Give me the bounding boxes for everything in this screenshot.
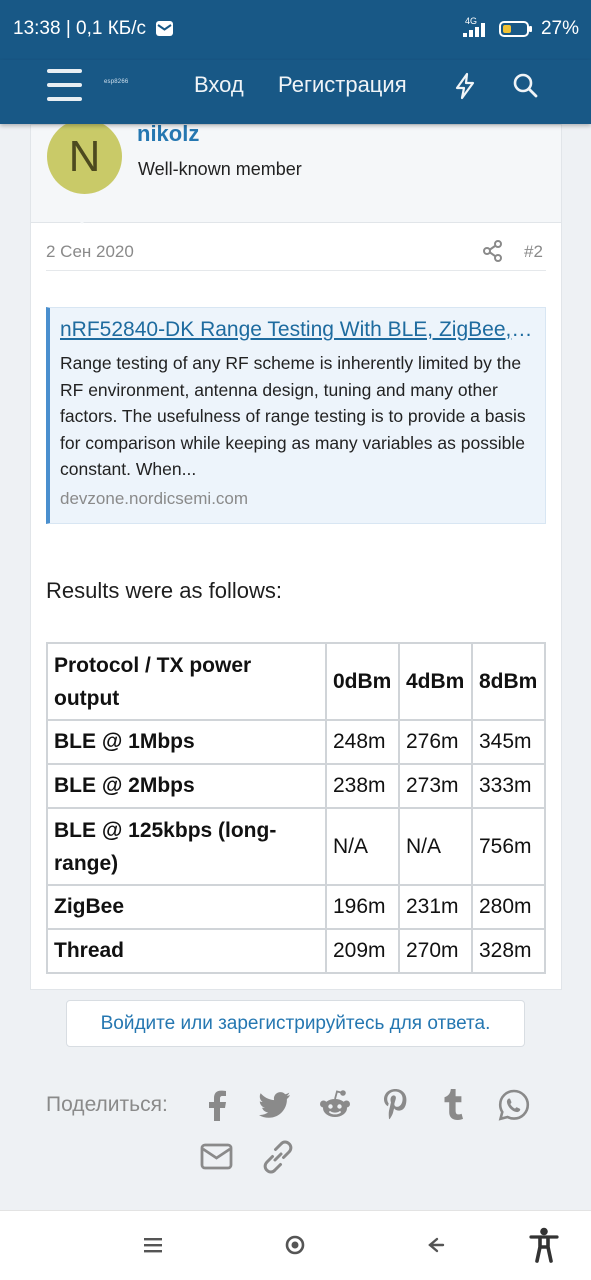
battery-icon bbox=[498, 21, 532, 37]
site-logo[interactable]: esp8266 bbox=[104, 79, 128, 85]
table-cell: 333m bbox=[471, 763, 546, 809]
table-cell: 231m bbox=[398, 884, 473, 930]
link-icon[interactable] bbox=[261, 1140, 295, 1174]
username-link[interactable]: nikolz bbox=[137, 121, 199, 147]
facebook-icon[interactable] bbox=[206, 1090, 228, 1122]
back-icon[interactable] bbox=[425, 1233, 447, 1257]
table-row: BLE @ 2Mbps 238m 273m 333m bbox=[46, 763, 546, 809]
status-right: 4G 27% bbox=[462, 16, 579, 40]
recent-apps-icon[interactable] bbox=[143, 1233, 163, 1257]
results-table: Protocol / TX power output 0dBm 4dBm 8dB… bbox=[46, 642, 546, 974]
reddit-icon[interactable] bbox=[319, 1089, 351, 1121]
share-label: Поделиться: bbox=[46, 1093, 168, 1116]
twitter-icon[interactable] bbox=[259, 1091, 291, 1119]
link-preview-domain: devzone.nordicsemi.com bbox=[60, 489, 249, 508]
network-type: 4G bbox=[464, 16, 477, 26]
register-link[interactable]: Регистрация bbox=[278, 72, 407, 98]
lightning-icon[interactable] bbox=[453, 72, 477, 100]
table-cell: 196m bbox=[325, 884, 400, 930]
table-header-cell: 4dBm bbox=[398, 642, 473, 721]
link-preview-description: Range testing of any RF scheme is inhere… bbox=[60, 353, 526, 479]
table-header-row: Protocol / TX power output 0dBm 4dBm 8dB… bbox=[46, 642, 546, 721]
table-cell: BLE @ 2Mbps bbox=[46, 763, 327, 809]
forum-navbar: esp8266 Вход Регистрация bbox=[0, 60, 591, 124]
table-cell: N/A bbox=[325, 807, 400, 886]
table-cell: 756m bbox=[471, 807, 546, 886]
menu-icon[interactable] bbox=[47, 69, 83, 103]
link-preview[interactable]: nRF52840-DK Range Testing With BLE, ZigB… bbox=[46, 307, 546, 524]
login-link[interactable]: Вход bbox=[194, 72, 244, 98]
results-intro: Results were as follows: bbox=[46, 578, 282, 603]
status-bar: 13:38 | 0,1 КБ/с 4G 27% bbox=[0, 0, 591, 60]
email-icon[interactable] bbox=[200, 1143, 233, 1171]
table-row: ZigBee 196m 231m 280m bbox=[46, 884, 546, 930]
accessibility-icon[interactable] bbox=[529, 1227, 559, 1263]
battery-percent: 27% bbox=[540, 18, 579, 39]
table-cell: 276m bbox=[398, 719, 473, 765]
table-row: BLE @ 1Mbps 248m 276m 345m bbox=[46, 719, 546, 765]
table-cell: 270m bbox=[398, 928, 473, 974]
table-cell: 280m bbox=[471, 884, 546, 930]
table-row: BLE @ 125kbps (long-range) N/A N/A 756m bbox=[46, 807, 546, 886]
table-header-cell: Protocol / TX power output bbox=[46, 642, 327, 721]
table-cell: 273m bbox=[398, 763, 473, 809]
table-cell: 345m bbox=[471, 719, 546, 765]
home-icon[interactable] bbox=[283, 1233, 307, 1257]
table-cell: N/A bbox=[398, 807, 473, 886]
user-strip-caret bbox=[67, 209, 97, 224]
table-header-cell: 0dBm bbox=[325, 642, 400, 721]
tumblr-icon[interactable] bbox=[441, 1088, 465, 1122]
table-cell: BLE @ 125kbps (long-range) bbox=[46, 807, 327, 886]
link-preview-title[interactable]: nRF52840-DK Range Testing With BLE, ZigB… bbox=[60, 318, 538, 342]
table-cell: BLE @ 1Mbps bbox=[46, 719, 327, 765]
status-time: 13:38 | 0,1 КБ/с bbox=[13, 18, 147, 39]
table-cell: 238m bbox=[325, 763, 400, 809]
table-cell: 209m bbox=[325, 928, 400, 974]
post-date[interactable]: 2 Сен 2020 bbox=[46, 242, 134, 262]
table-row: Thread 209m 270m 328m bbox=[46, 928, 546, 974]
table-cell: 328m bbox=[471, 928, 546, 974]
pinterest-icon[interactable] bbox=[382, 1088, 408, 1122]
post-card: N nikolz Well-known member 2 Сен 2020 #2… bbox=[30, 119, 562, 990]
table-header-cell: 8dBm bbox=[471, 642, 546, 721]
post-divider bbox=[46, 270, 546, 271]
share-icon[interactable] bbox=[482, 240, 504, 262]
whatsapp-icon[interactable] bbox=[498, 1089, 530, 1121]
table-cell: ZigBee bbox=[46, 884, 327, 930]
user-title: Well-known member bbox=[138, 159, 302, 179]
post-number-link[interactable]: #2 bbox=[524, 242, 543, 262]
mail-notification-icon bbox=[156, 21, 173, 36]
avatar[interactable]: N bbox=[47, 119, 122, 194]
table-cell: 248m bbox=[325, 719, 400, 765]
system-nav-bar bbox=[0, 1210, 591, 1280]
table-cell: Thread bbox=[46, 928, 327, 974]
search-icon[interactable] bbox=[512, 72, 540, 100]
login-to-reply-button[interactable]: Войдите или зарегистрируйтесь для ответа… bbox=[66, 1000, 525, 1047]
user-strip: N nikolz Well-known member bbox=[31, 119, 561, 223]
